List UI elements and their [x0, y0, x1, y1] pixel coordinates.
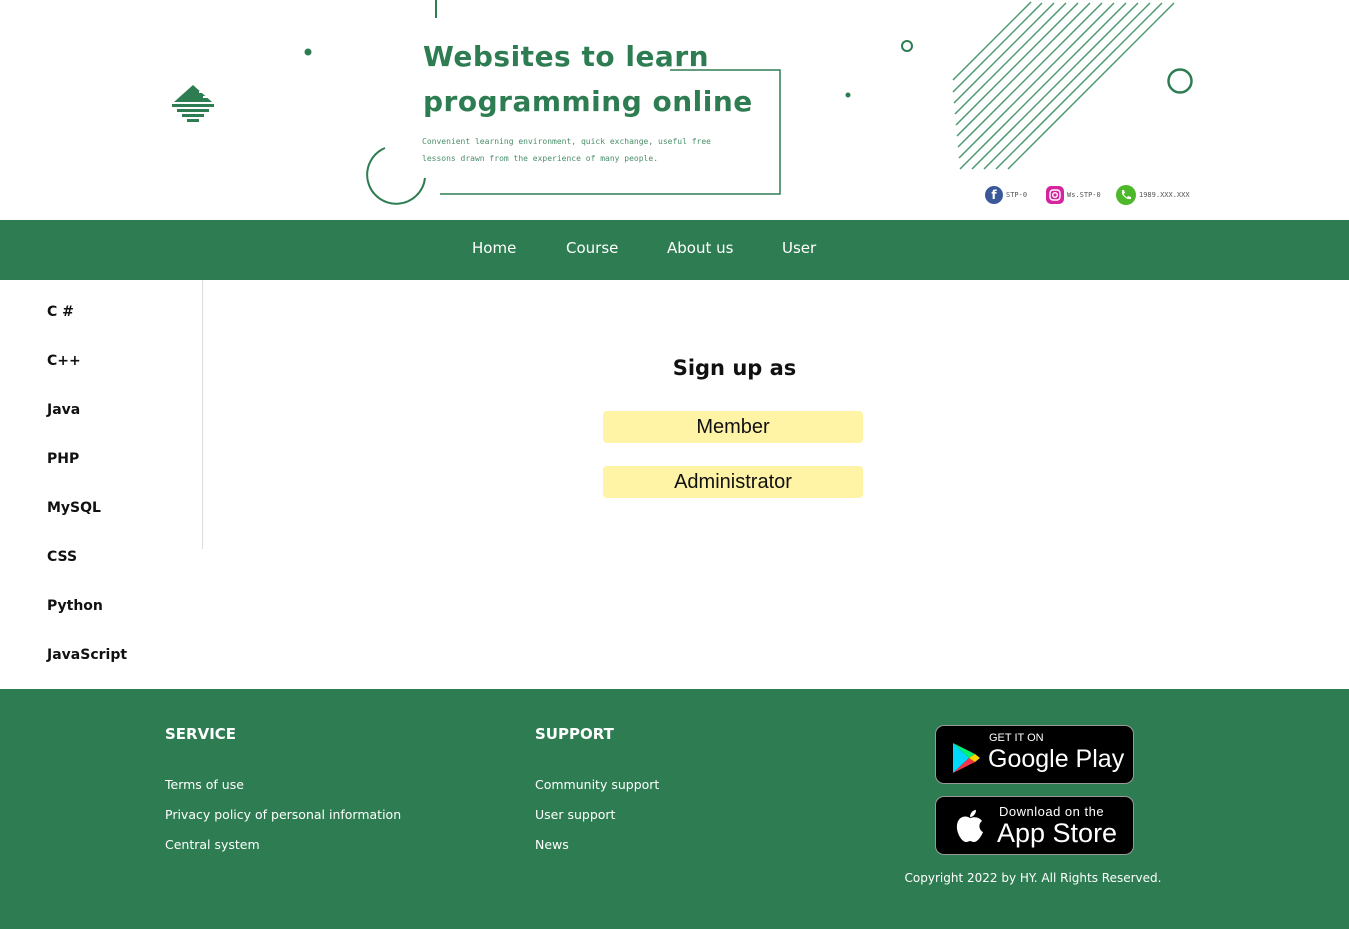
nav-about-us[interactable]: About us: [667, 220, 733, 280]
nav-home[interactable]: Home: [472, 220, 516, 280]
sidebar-item-css[interactable]: CSS: [47, 549, 77, 565]
member-button[interactable]: Member: [603, 411, 863, 443]
sidebar-item-mysql[interactable]: MySQL: [47, 500, 101, 516]
social-facebook-label: STP-0: [1006, 191, 1028, 199]
footer-service-heading: SERVICE: [165, 725, 237, 743]
hero-subtitle-line2: lessons drawn from the experience of man…: [422, 154, 659, 163]
sidebar-item-csharp[interactable]: C #: [47, 304, 74, 320]
copyright: Copyright 2022 by HY. All Rights Reserve…: [904, 871, 1162, 885]
google-play-badge[interactable]: GET IT ON Google Play: [935, 725, 1134, 784]
facebook-icon[interactable]: f: [985, 186, 1003, 204]
social-phone[interactable]: 1989.XXX.XXX: [1116, 184, 1190, 206]
sidebar-item-cpp[interactable]: C++: [47, 353, 81, 369]
hero-subtitle: Convenient learning environment, quick e…: [422, 133, 742, 167]
footer-link-community-support[interactable]: Community support: [535, 777, 659, 792]
sidebar-item-php[interactable]: PHP: [47, 451, 79, 467]
google-play-small-text: GET IT ON: [989, 732, 1044, 744]
sidebar-divider: [202, 280, 203, 549]
footer-link-terms[interactable]: Terms of use: [165, 777, 244, 792]
social-instagram[interactable]: Ws.STP-0: [1046, 184, 1101, 206]
social-phone-label: 1989.XXX.XXX: [1139, 191, 1190, 199]
footer-link-central-system[interactable]: Central system: [165, 837, 260, 852]
app-store-badge[interactable]: Download on the App Store: [935, 796, 1134, 855]
app-store-big-text: App Store: [997, 818, 1118, 848]
nav-user[interactable]: User: [782, 220, 816, 280]
footer: SERVICE Terms of use Privacy policy of p…: [0, 689, 1349, 929]
social-facebook[interactable]: f STP-0: [985, 184, 1027, 206]
sidebar-item-javascript[interactable]: JavaScript: [47, 647, 127, 663]
footer-support-heading: SUPPORT: [535, 725, 614, 743]
signup-title: Sign up as: [672, 356, 797, 380]
nav-course[interactable]: Course: [566, 220, 618, 280]
app-store-small-text: Download on the: [999, 804, 1105, 819]
google-play-icon: [953, 743, 980, 773]
social-instagram-label: Ws.STP-0: [1067, 191, 1101, 199]
hero-title-line1: Websites to learn: [423, 40, 710, 73]
main-nav: Home Course About us User: [0, 220, 1349, 280]
administrator-button[interactable]: Administrator: [603, 466, 863, 498]
footer-link-news[interactable]: News: [535, 837, 569, 852]
instagram-icon[interactable]: [1046, 186, 1064, 204]
phone-icon[interactable]: [1116, 185, 1136, 205]
hero-title-line2: programming online: [423, 85, 753, 118]
apple-icon: [956, 810, 983, 842]
sidebar-item-python[interactable]: Python: [47, 598, 103, 614]
header: Websites to learn programming online Con…: [0, 0, 1349, 220]
hero-subtitle-line1: Convenient learning environment, quick e…: [422, 137, 711, 146]
footer-link-user-support[interactable]: User support: [535, 807, 615, 822]
google-play-big-text: Google Play: [988, 745, 1125, 773]
hero-title: Websites to learn programming online: [423, 34, 753, 124]
footer-link-privacy[interactable]: Privacy policy of personal information: [165, 807, 401, 822]
logo-icon[interactable]: [171, 85, 215, 127]
sidebar-item-java[interactable]: Java: [47, 402, 80, 418]
